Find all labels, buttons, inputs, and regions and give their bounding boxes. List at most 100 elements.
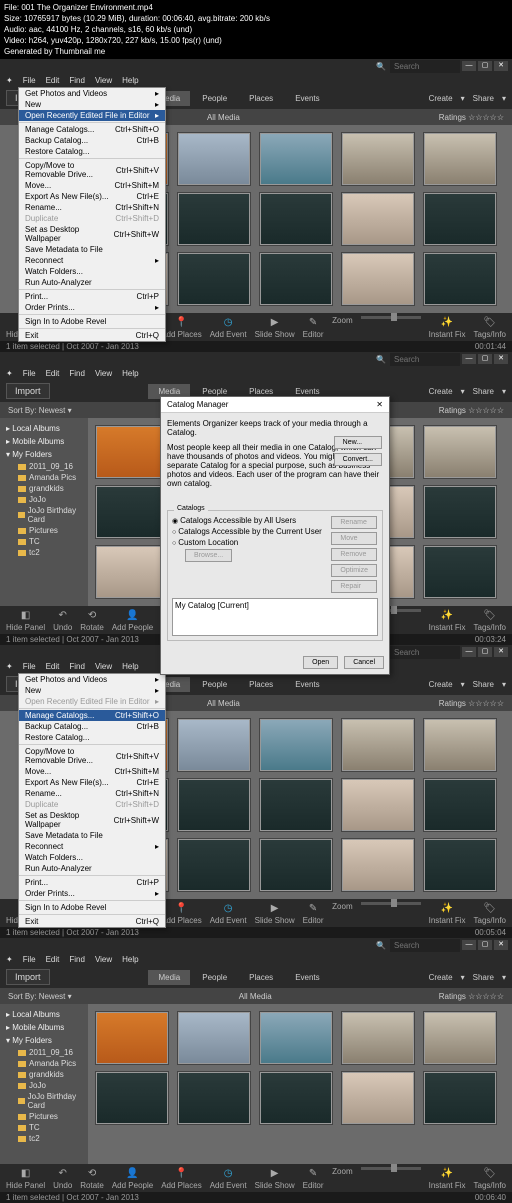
dd-new[interactable]: New▸ [19,99,165,110]
remove-button[interactable]: Remove [331,548,377,561]
zoom-slider[interactable] [361,316,421,319]
menu-find[interactable]: Find [69,76,85,85]
folder-item[interactable]: 2011_09_16 [4,461,84,472]
minimize-icon[interactable]: — [462,61,476,71]
dd-export[interactable]: Export As New File(s)...Ctrl+E [19,191,165,202]
elements-icon[interactable]: ✦ [6,76,13,85]
convert-button[interactable]: Convert... [334,453,382,466]
dd-print[interactable]: Print...Ctrl+P [19,291,165,302]
thumbnail[interactable] [424,253,496,305]
tool-add-event[interactable]: ◷Add Event [210,316,247,339]
people-icon: 👤 [126,609,140,623]
dd-move[interactable]: Move...Ctrl+Shift+M [19,180,165,191]
move-button[interactable]: Move [331,532,377,545]
optimize-button[interactable]: Optimize [331,564,377,577]
folder-item[interactable]: Pictures [4,525,84,536]
tab-places[interactable]: Places [239,91,283,106]
search-input[interactable] [390,353,460,366]
dialog-close-icon[interactable]: ✕ [376,400,383,409]
maximize-icon[interactable]: ▢ [478,354,492,364]
thumbnail[interactable] [96,546,168,598]
thumbnail[interactable] [342,253,414,305]
dd-open-recent[interactable]: Open Recently Edited File in Editor▸ [19,110,165,121]
thumbnail[interactable] [96,486,168,538]
menu-view[interactable]: View [95,76,112,85]
catalog-list[interactable]: My Catalog [Current] [172,598,378,636]
dd-rename[interactable]: Rename...Ctrl+Shift+N [19,202,165,213]
folder-item[interactable]: JoJo [4,494,84,505]
folder-item[interactable]: tc2 [4,547,84,558]
close-icon[interactable]: ✕ [494,354,508,364]
dd-manage-catalogs[interactable]: Manage Catalogs...Ctrl+Shift+O [19,124,165,135]
cancel-button[interactable]: Cancel [344,656,384,669]
dd-manage-catalogs[interactable]: Manage Catalogs...Ctrl+Shift+O [19,710,165,721]
sidebar-mobile-albums[interactable]: ▸ Mobile Albums [4,435,84,448]
rename-button[interactable]: Rename [331,516,377,529]
thumbnail[interactable] [342,133,414,185]
thumbnail[interactable] [424,133,496,185]
thumbnail[interactable] [424,546,496,598]
new-catalog-button[interactable]: New... [334,436,382,449]
dd-order-prints[interactable]: Order Prints...▸ [19,302,165,313]
thumbnail[interactable] [424,486,496,538]
menubar: ✦ FileEditFindViewHelp [0,366,512,380]
folder-item[interactable]: TC [4,536,84,547]
radio-all-users[interactable]: ◉ Catalogs Accessible by All Users [172,515,330,526]
create-button[interactable]: Create [429,94,453,103]
thumbnail[interactable] [260,253,332,305]
browse-button[interactable]: Browse... [185,549,232,562]
radio-custom[interactable]: ○ Custom Location [172,537,330,548]
maximize-icon[interactable]: ▢ [478,61,492,71]
dd-get-photos[interactable]: Get Photos and Videos▸ [19,88,165,99]
folder-item[interactable]: JoJo Birthday Card [4,505,84,525]
tab-people[interactable]: People [192,91,237,106]
search-input[interactable] [390,60,460,73]
file-info-header: File: 001 The Organizer Environment.mp4 … [0,0,512,59]
tool-slideshow[interactable]: ▶Slide Show [255,316,295,339]
dd-watch-folders[interactable]: Watch Folders... [19,266,165,277]
dd-signin[interactable]: Sign In to Adobe Revel [19,316,165,327]
tool-instant-fix[interactable]: ✨Instant Fix [429,316,466,339]
dd-copymove[interactable]: Copy/Move to Removable Drive...Ctrl+Shif… [19,160,165,180]
folder-item[interactable]: grandkids [4,483,84,494]
thumbnail[interactable] [178,253,250,305]
dd-backup-catalog[interactable]: Backup Catalog...Ctrl+B [19,135,165,146]
dd-wallpaper[interactable]: Set as Desktop WallpaperCtrl+Shift+W [19,224,165,244]
tool-tags-info[interactable]: 🏷Tags/Info [474,316,506,339]
thumbnail[interactable] [178,133,250,185]
thumbnail[interactable] [342,193,414,245]
dd-duplicate[interactable]: DuplicateCtrl+Shift+D [19,213,165,224]
radio-current-user[interactable]: ○ Catalogs Accessible by the Current Use… [172,526,330,537]
view-tabs: Media People Places Events [148,91,329,106]
menu-help[interactable]: Help [122,76,138,85]
open-button[interactable]: Open [303,656,338,669]
import-button[interactable]: Import [6,383,50,399]
thumbnail[interactable] [260,133,332,185]
thumbnail[interactable] [178,193,250,245]
elements-icon[interactable]: ✦ [6,369,13,378]
tool-add-places[interactable]: 📍Add Places [161,316,201,339]
dd-auto-analyzer[interactable]: Run Auto-Analyzer [19,277,165,288]
thumbnail[interactable] [424,426,496,478]
folder-item[interactable]: Amanda Pics [4,472,84,483]
share-button[interactable]: Share [473,94,494,103]
sidebar: ▸ Local Albums ▸ Mobile Albums ▾ My Fold… [0,418,88,606]
close-icon[interactable]: ✕ [494,61,508,71]
repair-button[interactable]: Repair [331,580,377,593]
tab-events[interactable]: Events [285,91,329,106]
dd-restore-catalog[interactable]: Restore Catalog... [19,146,165,157]
dd-exit[interactable]: ExitCtrl+Q [19,330,165,341]
dd-savemeta[interactable]: Save Metadata to File [19,244,165,255]
search-icon: 🔍 [376,941,386,950]
menu-edit[interactable]: Edit [46,76,60,85]
thumbnail[interactable] [424,193,496,245]
catalog-manager-dialog: Catalog Manager✕ Elements Organizer keep… [160,396,390,675]
tool-editor[interactable]: ✎Editor [303,316,324,339]
minimize-icon[interactable]: — [462,354,476,364]
sidebar-local-albums[interactable]: ▸ Local Albums [4,422,84,435]
menu-file[interactable]: File [23,76,36,85]
thumbnail[interactable] [260,193,332,245]
dd-reconnect[interactable]: Reconnect▸ [19,255,165,266]
sidebar-my-folders[interactable]: ▾ My Folders [4,448,84,461]
thumbnail[interactable] [96,426,168,478]
